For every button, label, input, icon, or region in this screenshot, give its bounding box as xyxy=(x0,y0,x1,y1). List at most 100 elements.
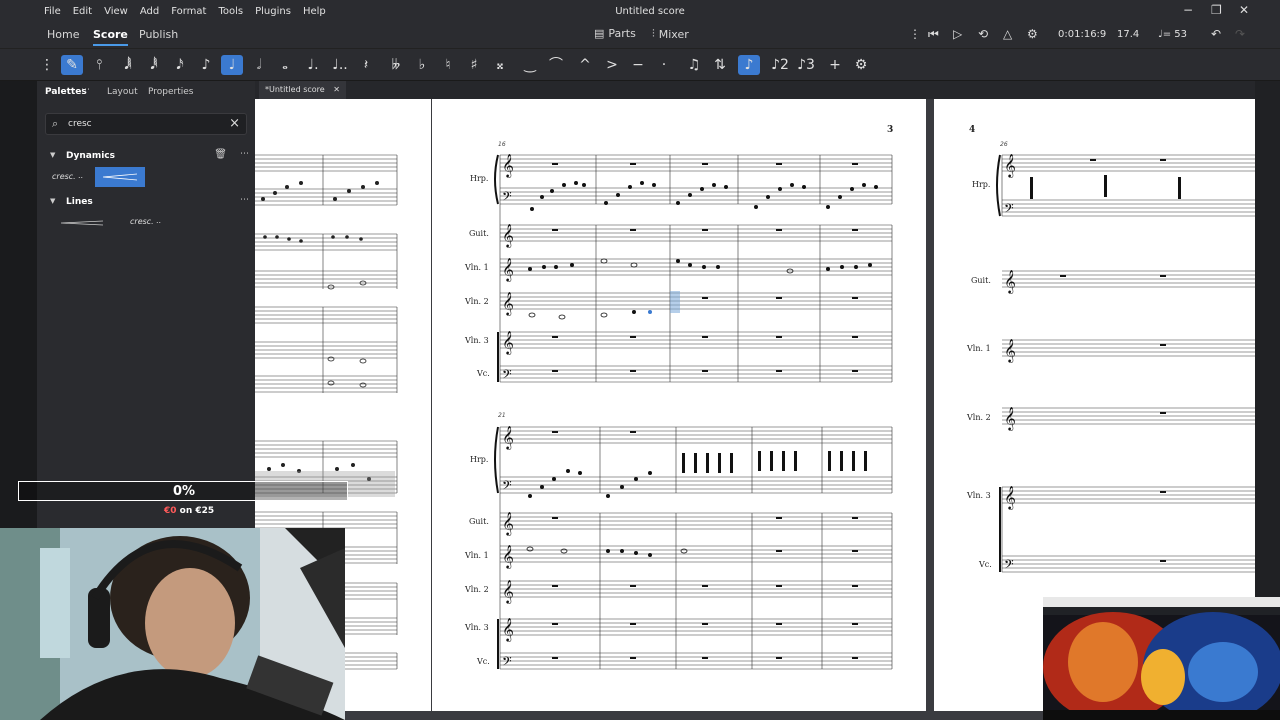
palettes-panel: Palettes ⋯ Layout Properties ⌕ cresc × ▼… xyxy=(37,81,255,528)
double-dot-icon[interactable]: ♩.. xyxy=(329,55,351,75)
restore-icon[interactable]: ❐ xyxy=(1211,3,1222,17)
hairpin-line-icon xyxy=(60,220,104,226)
64th-note-icon[interactable]: 𝅘𝅥𝅲 xyxy=(117,55,139,75)
menu-tools[interactable]: Tools xyxy=(212,6,249,17)
svg-text:𝄞: 𝄞 xyxy=(502,257,514,282)
clear-search-icon[interactable]: × xyxy=(229,116,240,131)
svg-text:𝄞: 𝄞 xyxy=(502,579,514,604)
svg-text:𝄞: 𝄞 xyxy=(1004,153,1016,178)
parts-button[interactable]: ▤ Parts xyxy=(594,27,636,40)
customize-toolbar-icon[interactable]: ⚙ xyxy=(850,55,872,75)
svg-text:𝄢: 𝄢 xyxy=(1004,557,1014,575)
double-sharp-icon[interactable]: 𝄪 xyxy=(489,55,511,75)
undo-icon[interactable]: ↶ xyxy=(1211,27,1221,41)
note-input-mode-icon[interactable]: ⫯ xyxy=(88,55,110,75)
sharp-icon[interactable]: ♯ xyxy=(463,55,485,75)
menu-file[interactable]: File xyxy=(38,6,67,17)
score-page-3[interactable]: 3 16 21 Hrp. Guit. Vln. 1 Vln. 2 Vln. 3 … xyxy=(432,99,926,711)
redo-icon[interactable]: ↷ xyxy=(1235,27,1245,41)
flip-direction-icon[interactable]: ⇅ xyxy=(709,55,731,75)
slur-icon[interactable]: ⌒ xyxy=(545,55,567,75)
marcato-icon[interactable]: ^ xyxy=(574,55,596,75)
mixer-label: Mixer xyxy=(658,27,689,41)
playback-measure: 17.4 xyxy=(1117,29,1140,40)
tenuto-icon[interactable]: − xyxy=(627,55,649,75)
tab-score[interactable]: Score xyxy=(93,28,128,46)
collapse-arrow-icon[interactable]: ▼ xyxy=(50,151,55,159)
playback-settings-icon[interactable]: ⚙ xyxy=(1027,27,1038,41)
tuplet-icon[interactable]: ♫ xyxy=(683,55,705,75)
svg-text:𝄞: 𝄞 xyxy=(1004,269,1016,294)
palette-menu-icon[interactable]: ⋯ xyxy=(81,85,90,95)
dot-icon[interactable]: ♩. xyxy=(302,55,324,75)
svg-text:𝄞: 𝄞 xyxy=(502,153,514,178)
natural-icon[interactable]: ♮ xyxy=(437,55,459,75)
parts-icon: ▤ xyxy=(594,27,605,40)
voice-1-icon[interactable]: ♪ xyxy=(738,55,760,75)
rest-icon[interactable]: 𝄽 xyxy=(355,55,377,75)
voice-3-icon[interactable]: ♪3 xyxy=(795,55,817,75)
palette-search-input[interactable]: ⌕ cresc × xyxy=(45,113,247,135)
palette-cell-cresc-line[interactable]: cresc. .. xyxy=(117,213,179,233)
trash-icon[interactable]: 🗑 xyxy=(214,149,227,160)
tie-icon[interactable]: ‿ xyxy=(519,55,541,75)
tab-publish[interactable]: Publish xyxy=(139,28,178,41)
search-icon: ⌕ xyxy=(52,117,59,130)
svg-text:𝄞: 𝄞 xyxy=(1004,406,1016,431)
menu-bar: File Edit View Add Format Tools Plugins … xyxy=(0,0,1280,23)
play-icon[interactable]: ▷ xyxy=(953,27,962,41)
close-tab-icon[interactable]: ✕ xyxy=(333,85,340,94)
collapse-arrow-icon[interactable]: ▼ xyxy=(50,197,55,205)
loop-icon[interactable]: ⟲ xyxy=(978,27,988,41)
note-input-pencil-icon[interactable]: ✎ xyxy=(61,55,83,75)
voice-2-icon[interactable]: ♪2 xyxy=(769,55,791,75)
minimize-icon[interactable]: − xyxy=(1183,3,1193,17)
page-3-notation: 𝄞 𝄢 𝄞 𝄞 𝄞 𝄞 𝄢 𝄞 𝄢 𝄞 𝄞 𝄞 𝄞 𝄢 xyxy=(494,153,893,672)
svg-text:𝄞: 𝄞 xyxy=(502,291,514,316)
staccato-icon[interactable]: · xyxy=(653,55,675,75)
quarter-note-icon[interactable]: ♩ xyxy=(221,55,243,75)
palette-cell-hairpin-line[interactable] xyxy=(51,213,113,233)
svg-text:𝄞: 𝄞 xyxy=(502,223,514,248)
menu-format[interactable]: Format xyxy=(165,6,212,17)
score-tab[interactable]: *Untitled score ✕ xyxy=(259,81,346,99)
section-menu-icon[interactable]: ⋯ xyxy=(240,149,249,159)
menu-view[interactable]: View xyxy=(98,6,134,17)
half-note-icon[interactable]: 𝅗𝅥 xyxy=(248,55,270,75)
tab-properties[interactable]: Properties xyxy=(148,87,193,97)
crescendo-hairpin-icon xyxy=(102,173,138,181)
menu-add[interactable]: Add xyxy=(134,6,165,17)
playback-time: 0:01:16:9 xyxy=(1058,29,1107,40)
flat-icon[interactable]: ♭ xyxy=(411,55,433,75)
tab-home[interactable]: Home xyxy=(47,28,79,41)
svg-text:𝄞: 𝄞 xyxy=(502,617,514,642)
16th-note-icon[interactable]: 𝅘𝅥𝅯 xyxy=(169,55,191,75)
close-icon[interactable]: ✕ xyxy=(1239,3,1249,17)
tab-layout[interactable]: Layout xyxy=(107,87,138,97)
goal-rest: on €25 xyxy=(176,506,215,516)
menu-edit[interactable]: Edit xyxy=(67,6,98,17)
workspace-tabs: Home Score Publish ▤ Parts ⫶ Mixer ⋮ ⏮ ▷… xyxy=(0,23,1280,48)
double-flat-icon[interactable]: 𝄫 xyxy=(385,55,407,75)
svg-text:𝄢: 𝄢 xyxy=(502,189,512,207)
accent-icon[interactable]: > xyxy=(601,55,623,75)
mixer-button[interactable]: ⫶ Mixer xyxy=(652,27,689,41)
menu-help[interactable]: Help xyxy=(297,6,332,17)
add-icon[interactable]: + xyxy=(824,55,846,75)
palette-cell-hairpin-selected[interactable] xyxy=(95,167,145,187)
eighth-note-icon[interactable]: ♪ xyxy=(195,55,217,75)
svg-text:𝄢: 𝄢 xyxy=(502,367,512,385)
section-lines[interactable]: ▼ Lines ⋯ xyxy=(37,193,255,211)
section-dynamics[interactable]: ▼ Dynamics 🗑 ⋯ xyxy=(37,147,255,165)
svg-text:𝄞: 𝄞 xyxy=(1004,338,1016,363)
palette-cell-cresc-text[interactable]: cresc. .. xyxy=(51,168,95,188)
drag-handle-icon[interactable]: ⋮ xyxy=(909,27,921,41)
whole-note-icon[interactable]: 𝅝 xyxy=(274,55,296,75)
rewind-icon[interactable]: ⏮ xyxy=(928,27,939,42)
section-menu-icon[interactable]: ⋯ xyxy=(240,195,249,205)
menu-plugins[interactable]: Plugins xyxy=(249,6,297,17)
media-player-window xyxy=(1043,597,1280,720)
toolbar-handle-icon[interactable]: ⋮ xyxy=(36,55,58,75)
metronome-icon[interactable]: △ xyxy=(1003,27,1012,41)
32nd-note-icon[interactable]: 𝅘𝅥𝅱 xyxy=(143,55,165,75)
